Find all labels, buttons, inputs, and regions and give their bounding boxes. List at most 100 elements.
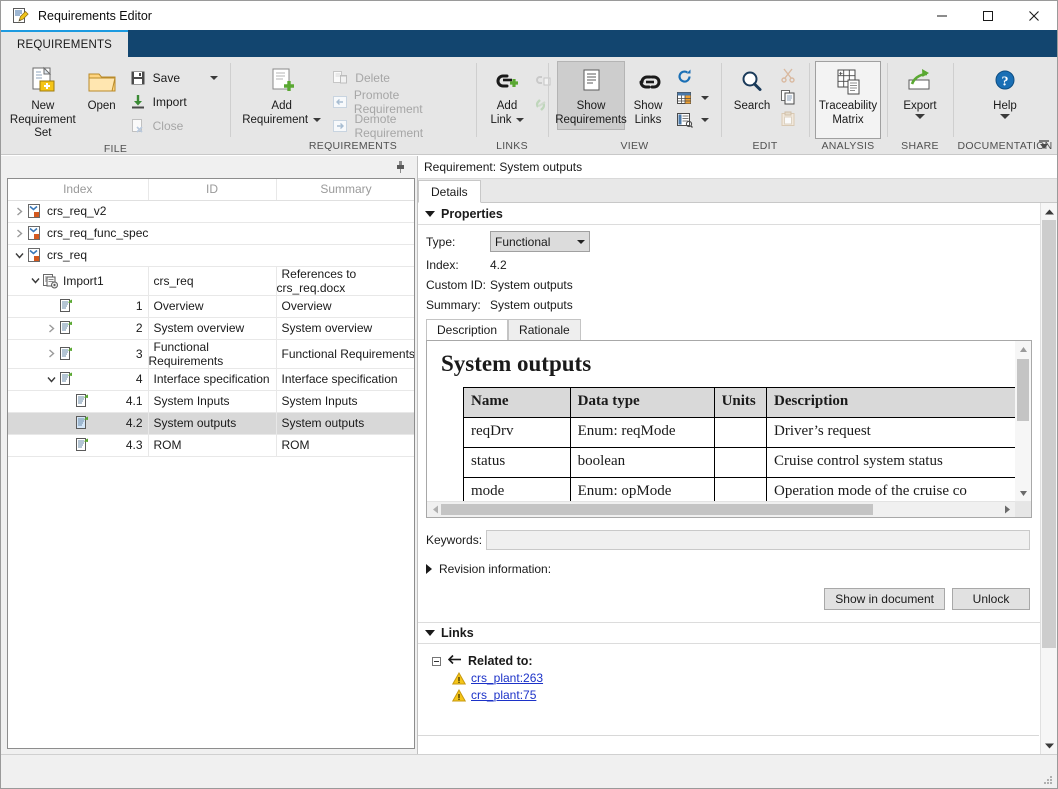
table-row[interactable]: 3Functional RequirementsFunctional Requi… (8, 339, 415, 368)
document-horizontal-scroll-thumb[interactable] (441, 504, 873, 515)
table-row[interactable]: crs_req (8, 244, 415, 266)
save-button[interactable]: Save (125, 66, 224, 90)
tree-twisty[interactable] (60, 416, 74, 430)
show-requirements-button[interactable]: Show Requirements (557, 61, 625, 130)
copy-button[interactable] (775, 86, 805, 108)
revision-information-row[interactable]: Revision information: (426, 562, 1040, 576)
paste-icon (777, 111, 799, 127)
table-row[interactable]: 2System overviewSystem overview (8, 317, 415, 339)
description-document[interactable]: System outputs NameData typeUnitsDescrip… (426, 340, 1032, 518)
tab-description[interactable]: Description (426, 319, 508, 340)
table-row[interactable]: 1OverviewOverview (8, 295, 415, 317)
pin-icon[interactable] (394, 160, 407, 174)
column-view-chevron-down-icon[interactable] (701, 118, 709, 122)
chevron-right-icon[interactable] (426, 564, 432, 574)
resize-grip-icon[interactable] (1043, 775, 1053, 785)
show-in-document-button[interactable]: Show in document (824, 588, 945, 610)
details-vertical-scrollbar[interactable] (1040, 203, 1057, 754)
table-row[interactable]: 4.1System InputsSystem Inputs (8, 390, 415, 412)
help-button[interactable]: ? Help (976, 61, 1034, 122)
type-chevron-down-icon[interactable] (577, 240, 585, 244)
search-button[interactable]: Search (729, 61, 775, 116)
table-view-button[interactable] (671, 87, 715, 109)
list-item[interactable]: crs_plant:263 (452, 671, 1039, 685)
tree-twisty[interactable] (44, 321, 58, 335)
show-requirements-line2: Requirements (555, 114, 627, 127)
tab-rationale[interactable]: Rationale (508, 319, 581, 340)
document-table-cell (714, 448, 766, 478)
collapse-box-icon[interactable] (432, 657, 441, 666)
properties-section-header[interactable]: Properties (418, 203, 1040, 225)
refresh-button[interactable] (671, 65, 715, 87)
tree-twisty[interactable] (12, 248, 26, 262)
table-row[interactable]: crs_req_func_spec (8, 222, 415, 244)
column-view-button[interactable] (671, 109, 715, 131)
table-row[interactable]: crs_req_v2 (8, 200, 415, 222)
minimize-button[interactable] (919, 1, 965, 30)
new-requirement-set-button[interactable]: New Requirement Set (7, 61, 79, 143)
table-view-chevron-down-icon[interactable] (701, 96, 709, 100)
tree-col-summary[interactable]: Summary (276, 179, 415, 200)
property-type-row: Type: Functional (426, 231, 1040, 252)
tree-twisty[interactable] (60, 394, 74, 408)
tree-twisty[interactable] (60, 438, 74, 452)
promote-requirement-button: Promote Requirement (327, 90, 470, 114)
tree-col-index[interactable]: Index (8, 179, 148, 200)
tree-twisty[interactable] (44, 372, 58, 386)
save-chevron-down-icon[interactable] (210, 76, 218, 80)
tree-twisty[interactable] (12, 204, 26, 218)
export-button[interactable]: Export (893, 61, 947, 122)
document-scroll-down-icon[interactable] (1015, 485, 1031, 501)
unlock-button[interactable]: Unlock (952, 588, 1030, 610)
tab-details[interactable]: Details (418, 180, 481, 203)
tab-requirements[interactable]: REQUIREMENTS (1, 30, 128, 57)
links-section-header[interactable]: Links (418, 622, 1040, 644)
related-to-group[interactable]: Related to: (432, 654, 1039, 668)
table-row[interactable]: 4.2System outputsSystem outputs (8, 412, 415, 434)
open-button[interactable]: Open (79, 61, 125, 116)
document-table-body: reqDrvEnum: reqModeDriver’s requeststatu… (464, 418, 1016, 502)
document-scroll-up-icon[interactable] (1015, 341, 1031, 357)
tree-twisty[interactable] (12, 226, 26, 240)
details-scroll-down-icon[interactable] (1041, 737, 1057, 754)
collapse-ribbon-icon[interactable] (1036, 137, 1052, 153)
document-vertical-scrollbar[interactable] (1015, 341, 1031, 501)
export-chevron-down-icon[interactable] (915, 114, 925, 119)
document-scroll-right-icon[interactable] (999, 502, 1015, 518)
tree-twisty[interactable] (28, 274, 42, 288)
chevron-down-icon[interactable] (425, 211, 435, 217)
link-label[interactable]: crs_plant:75 (471, 688, 536, 702)
document-horizontal-scrollbar[interactable] (427, 501, 1015, 517)
tree-cell-id: ROM (148, 434, 276, 456)
import-button[interactable]: Import (125, 90, 224, 114)
tree-twisty[interactable] (44, 299, 58, 313)
maximize-button[interactable] (965, 1, 1011, 30)
traceability-matrix-button[interactable]: Traceability Matrix (815, 61, 881, 139)
link-label[interactable]: crs_plant:263 (471, 671, 543, 685)
table-row[interactable]: Import1crs_reqReferences to crs_req.docx (8, 266, 415, 295)
add-link-button[interactable]: Add Link (484, 61, 530, 130)
details-scroll-up-icon[interactable] (1041, 203, 1057, 220)
close-button[interactable] (1011, 1, 1057, 30)
open-folder-icon (85, 65, 119, 99)
help-chevron-down-icon[interactable] (1000, 114, 1010, 119)
document-vertical-scroll-thumb[interactable] (1017, 359, 1029, 421)
type-select[interactable]: Functional (490, 231, 590, 252)
list-item[interactable]: crs_plant:75 (452, 688, 1039, 702)
add-link-chevron-down-icon[interactable] (516, 118, 524, 122)
add-requirement-chevron-down-icon[interactable] (313, 118, 321, 122)
links-chevron-down-icon[interactable] (425, 630, 435, 636)
requirements-tree[interactable]: Index ID Summary crs_req_v2crs_req_func_… (7, 178, 415, 749)
ribbon-group-view: Show Requirements Show Links (548, 57, 721, 155)
type-value: Functional (495, 235, 550, 249)
requirements-editor-window: Requirements Editor REQUIREMENTS (0, 0, 1058, 789)
table-row[interactable]: 4.3ROMROM (8, 434, 415, 456)
tree-twisty[interactable] (44, 347, 58, 361)
add-requirement-button[interactable]: Add Requirement (236, 61, 327, 130)
table-row[interactable]: 4Interface specificationInterface specif… (8, 368, 415, 390)
details-vertical-scroll-thumb[interactable] (1042, 220, 1056, 648)
svg-text:?: ? (1002, 75, 1009, 90)
tree-col-id[interactable]: ID (148, 179, 276, 200)
keywords-input[interactable] (486, 530, 1030, 550)
show-links-button[interactable]: Show Links (625, 61, 671, 130)
